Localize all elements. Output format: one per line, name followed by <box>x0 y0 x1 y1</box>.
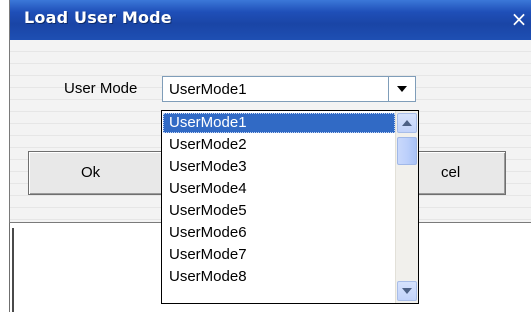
dropdown-option[interactable]: UserMode5 <box>163 201 395 221</box>
dropdown-option[interactable]: UserMode7 <box>163 245 395 265</box>
scrollbar-thumb[interactable] <box>397 137 417 165</box>
cancel-button-label: cel <box>441 164 461 181</box>
user-mode-combobox[interactable]: UserMode1 <box>162 76 416 102</box>
dropdown-option[interactable]: UserMode3 <box>163 157 395 177</box>
close-icon[interactable]: × <box>506 6 531 32</box>
dropdown-option[interactable]: UserMode1 <box>163 113 395 133</box>
chevron-down-icon[interactable] <box>388 77 415 101</box>
scroll-up-arrow-icon[interactable] <box>397 113 417 133</box>
user-mode-selected-value: UserMode1 <box>169 81 247 98</box>
dropdown-option[interactable]: UserMode2 <box>163 135 395 155</box>
user-mode-label: User Mode <box>64 80 138 97</box>
dropdown-option[interactable]: UserMode6 <box>163 223 395 243</box>
dropdown-option[interactable]: UserMode4 <box>163 179 395 199</box>
user-mode-dropdown-list[interactable]: UserMode1 UserMode2 UserMode3 UserMode4 … <box>161 110 419 304</box>
dialog-title: Load User Mode <box>24 8 172 27</box>
dropdown-option[interactable]: UserMode8 <box>163 267 395 287</box>
scroll-down-arrow-icon[interactable] <box>397 281 417 301</box>
ok-button-label: Ok <box>81 164 101 181</box>
screen: Load User Mode × User Mode UserMode1 Ok … <box>0 0 531 312</box>
dropdown-scrollbar[interactable] <box>395 111 418 303</box>
title-bar[interactable]: Load User Mode × <box>10 0 531 40</box>
